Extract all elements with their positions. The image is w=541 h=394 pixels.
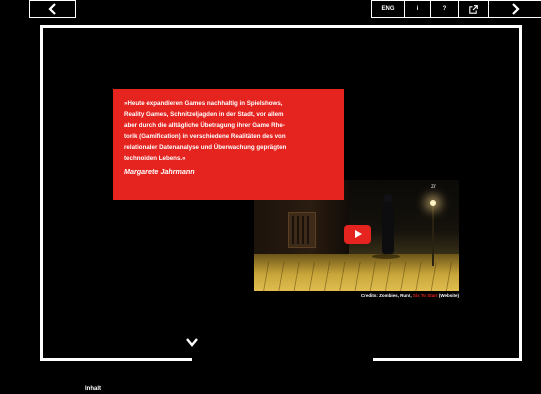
quote-box: »Heute expandieren Games nachhaltig in S… bbox=[113, 89, 344, 200]
info-label: i bbox=[416, 6, 419, 12]
quote-line: torik (Gamification) in verschiedene Rea… bbox=[124, 133, 286, 141]
help-label: ? bbox=[442, 6, 447, 12]
video-scene-runner-shadow bbox=[372, 254, 400, 259]
language-label: ENG bbox=[381, 6, 395, 12]
language-button[interactable]: ENG bbox=[371, 0, 405, 18]
credits-suffix: (Website) bbox=[438, 293, 459, 298]
scroll-down-button[interactable] bbox=[183, 334, 201, 350]
share-button[interactable] bbox=[458, 0, 489, 18]
quote-author: Margarete Jahrmann bbox=[124, 166, 195, 176]
quote-text: »Heute expandieren Games nachhaltig in S… bbox=[124, 98, 334, 165]
frame-right bbox=[519, 25, 522, 361]
external-link-icon bbox=[469, 4, 478, 14]
chevron-left-icon bbox=[47, 3, 56, 15]
quote-line: aber durch die alltägliche Übetragung ih… bbox=[124, 122, 285, 130]
quote-line: technoiden Lebens.« bbox=[124, 155, 186, 163]
chevron-right-icon bbox=[512, 3, 520, 15]
credits-link[interactable]: Six To Start bbox=[413, 293, 438, 298]
frame-left bbox=[40, 25, 43, 361]
credits-prefix: Credits: Zombies, Run!, bbox=[360, 293, 412, 298]
video-scene-lamp bbox=[430, 200, 436, 206]
chevron-down-icon bbox=[186, 338, 198, 347]
video-credits: Credits: Zombies, Run!, Six To Start (We… bbox=[254, 293, 459, 298]
video-scene-pavement bbox=[254, 262, 459, 291]
contents-link[interactable]: Inhalt bbox=[85, 386, 101, 392]
quote-line: »Heute expandieren Games nachhaltig in S… bbox=[124, 100, 283, 107]
help-button[interactable]: ? bbox=[430, 0, 459, 18]
video-watermark: zr bbox=[431, 184, 436, 190]
frame-top bbox=[40, 25, 522, 28]
bottom-bar bbox=[0, 376, 541, 394]
next-button[interactable] bbox=[488, 0, 541, 18]
prev-button[interactable] bbox=[29, 0, 76, 18]
video-scene-window bbox=[288, 212, 316, 248]
frame-bottom-left bbox=[40, 358, 192, 361]
video-scene-runner bbox=[382, 202, 394, 254]
play-button[interactable] bbox=[344, 225, 371, 244]
frame-bottom-right bbox=[373, 358, 522, 361]
video-scene-lamp-pole bbox=[432, 206, 434, 266]
quote-line: Reality Games, Schnitzeljagden in der St… bbox=[124, 111, 284, 119]
quote-line: relationaler Datenanalyse und Überwachun… bbox=[124, 144, 287, 152]
info-button[interactable]: i bbox=[404, 0, 431, 18]
